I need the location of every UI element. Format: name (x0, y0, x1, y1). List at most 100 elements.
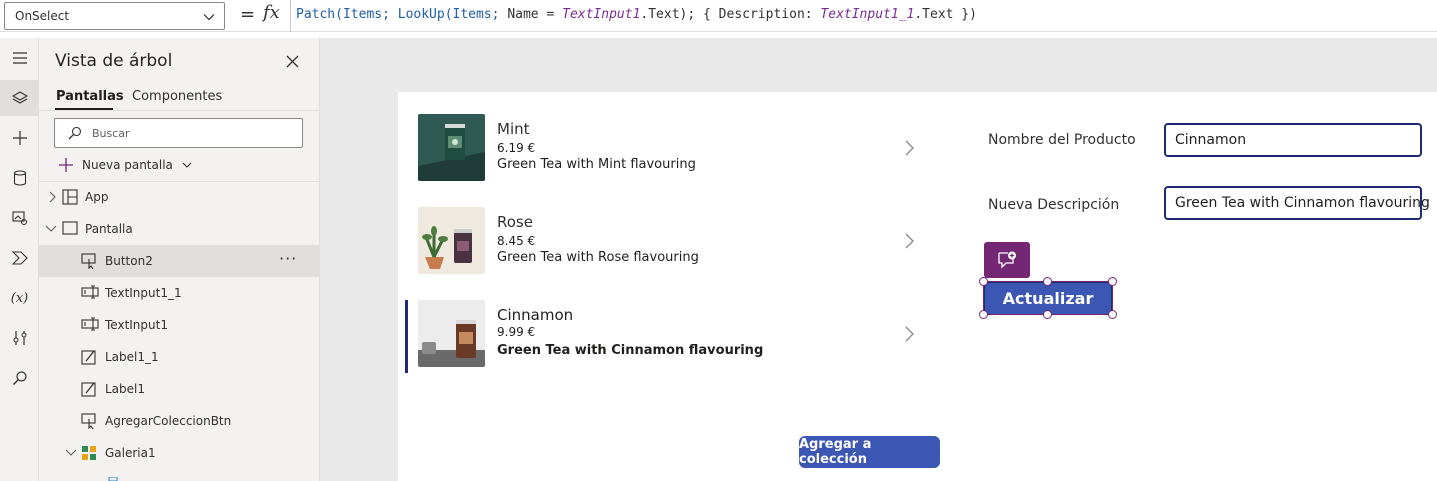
add-to-collection-button[interactable]: Agregar a colección (799, 436, 940, 468)
search-icon (68, 126, 82, 140)
button-control-icon (81, 413, 96, 429)
advanced-tools-icon[interactable] (0, 320, 39, 356)
new-screen-button[interactable]: Nueva pantalla (58, 155, 193, 175)
tree-node-label1[interactable]: Label1 (39, 373, 320, 405)
tree-node-galeria1[interactable]: Galeria1 (39, 437, 320, 469)
tree-node-label: App (85, 190, 109, 204)
gallery-item[interactable]: Rose 8.45 € Green Tea with Rose flavouri… (404, 202, 924, 295)
tree-node-label: Button2 (105, 254, 153, 268)
child-node-icon (108, 477, 118, 481)
left-rail: (x) (0, 38, 39, 481)
plus-icon (59, 158, 73, 172)
product-name-input[interactable]: Cinnamon (1164, 123, 1422, 157)
chevron-down-icon (203, 14, 215, 21)
new-screen-label: Nueva pantalla (82, 158, 173, 172)
tree-node-label: TextInput1_1 (105, 286, 182, 300)
formula-token: .Text); { Description: (640, 7, 821, 22)
fx-icon[interactable]: fx (263, 2, 280, 23)
chevron-down-icon (182, 162, 192, 168)
app-icon (62, 189, 78, 205)
label-control-icon (81, 350, 96, 365)
formula-token: .Text }) (914, 7, 977, 22)
gallery-control-icon (82, 446, 96, 460)
product-description: Green Tea with Rose flavouring (497, 250, 699, 265)
resize-handle[interactable] (979, 277, 988, 286)
product-name-value: Cinnamon (1175, 132, 1247, 148)
property-value: OnSelect (15, 9, 70, 23)
tree-node-app[interactable]: App (39, 181, 320, 213)
tree-node-button2[interactable]: Button2 ··· (39, 245, 320, 277)
new-description-input[interactable]: Green Tea with Cinnamon flavouring (1164, 186, 1430, 220)
chevron-right-icon[interactable] (47, 191, 57, 203)
close-icon[interactable] (286, 55, 299, 68)
database-icon[interactable] (0, 160, 39, 196)
layers-icon[interactable] (0, 80, 39, 116)
search-icon[interactable] (0, 360, 39, 396)
product-price: 6.19 € (497, 141, 536, 155)
tree-node-label: AgregarColeccionBtn (105, 414, 232, 428)
hamburger-menu-icon[interactable] (0, 40, 39, 76)
chevron-down-icon[interactable] (45, 223, 57, 233)
button-control-icon (81, 253, 96, 269)
app-screen[interactable]: Mint 6.19 € Green Tea with Mint flavouri… (398, 92, 1437, 481)
tree-node-screen[interactable]: Pantalla (39, 213, 320, 245)
media-icon[interactable] (0, 200, 39, 236)
property-dropdown[interactable]: OnSelect (4, 2, 225, 30)
chevron-right-icon[interactable] (904, 326, 914, 342)
formula-editor[interactable]: Patch(Items; LookUp(Items; Name = TextIn… (290, 0, 1437, 32)
add-comment-icon (998, 251, 1016, 269)
panel-title: Vista de árbol (55, 51, 173, 71)
product-image-rose (418, 207, 485, 274)
chevron-right-icon[interactable] (904, 140, 914, 156)
product-description: Green Tea with Cinnamon flavouring (497, 343, 764, 358)
tree-view-panel: Vista de árbol Pantallas Componentes Bus… (39, 38, 320, 481)
tree-node-textinput1[interactable]: TextInput1 (39, 309, 320, 341)
divider (39, 110, 320, 111)
insert-plus-icon[interactable] (0, 120, 39, 156)
product-description: Green Tea with Mint flavouring (497, 157, 696, 172)
tree-node-label: Galeria1 (105, 446, 156, 460)
formula-token: TextInput1_1 (820, 7, 915, 22)
tab-components[interactable]: Componentes (132, 89, 222, 104)
tree-node-label1-1[interactable]: Label1_1 (39, 341, 320, 373)
resize-handle[interactable] (1043, 277, 1052, 286)
tree-node-label: Label1_1 (105, 350, 159, 364)
tab-screens[interactable]: Pantallas (56, 89, 124, 104)
gallery-item-selected[interactable]: Cinnamon 9.99 € Green Tea with Cinnamon … (404, 295, 924, 388)
resize-handle[interactable] (1108, 310, 1117, 319)
add-comment-button[interactable] (984, 242, 1030, 278)
resize-handle[interactable] (1108, 277, 1117, 286)
product-title: Mint (497, 120, 530, 138)
new-description-label: Nueva Descripción (988, 197, 1120, 213)
power-automate-icon[interactable] (0, 240, 39, 276)
tree-node-agregarcoleccionbtn[interactable]: AgregarColeccionBtn (39, 405, 320, 437)
product-image-mint (418, 114, 485, 181)
tree-node-label: TextInput1 (105, 318, 168, 332)
product-price: 8.45 € (497, 234, 536, 248)
product-name-label: Nombre del Producto (988, 132, 1136, 148)
text-input-icon (81, 317, 99, 331)
tree-node-label: Pantalla (85, 222, 133, 236)
formula-token: Name = (507, 7, 563, 22)
product-image-cinnamon (418, 300, 485, 367)
text-input-icon (81, 285, 99, 299)
screen-icon (62, 221, 78, 235)
gallery-item[interactable]: Mint 6.19 € Green Tea with Mint flavouri… (404, 109, 924, 202)
tree-node-textinput1-1[interactable]: TextInput1_1 (39, 277, 320, 309)
search-placeholder: Buscar (92, 127, 130, 140)
product-title: Cinnamon (497, 306, 574, 324)
formula-code: Patch(Items; LookUp(Items; Name = TextIn… (296, 7, 977, 22)
search-input[interactable]: Buscar (54, 118, 303, 148)
formula-token: TextInput1 (562, 7, 641, 22)
resize-handle[interactable] (979, 310, 988, 319)
formula-bar: OnSelect = fx Patch(Items; LookUp(Items;… (0, 0, 1437, 32)
tree-node-label: Label1 (105, 382, 146, 396)
label-control-icon (81, 382, 96, 397)
new-description-value: Green Tea with Cinnamon flavouring (1175, 195, 1430, 211)
chevron-right-icon[interactable] (904, 233, 914, 249)
more-options-icon[interactable]: ··· (279, 249, 297, 268)
formula-token: Patch(Items; LookUp(Items; (296, 7, 508, 22)
resize-handle[interactable] (1043, 310, 1052, 319)
variables-icon[interactable]: (x) (0, 280, 39, 316)
chevron-down-icon[interactable] (65, 447, 77, 457)
